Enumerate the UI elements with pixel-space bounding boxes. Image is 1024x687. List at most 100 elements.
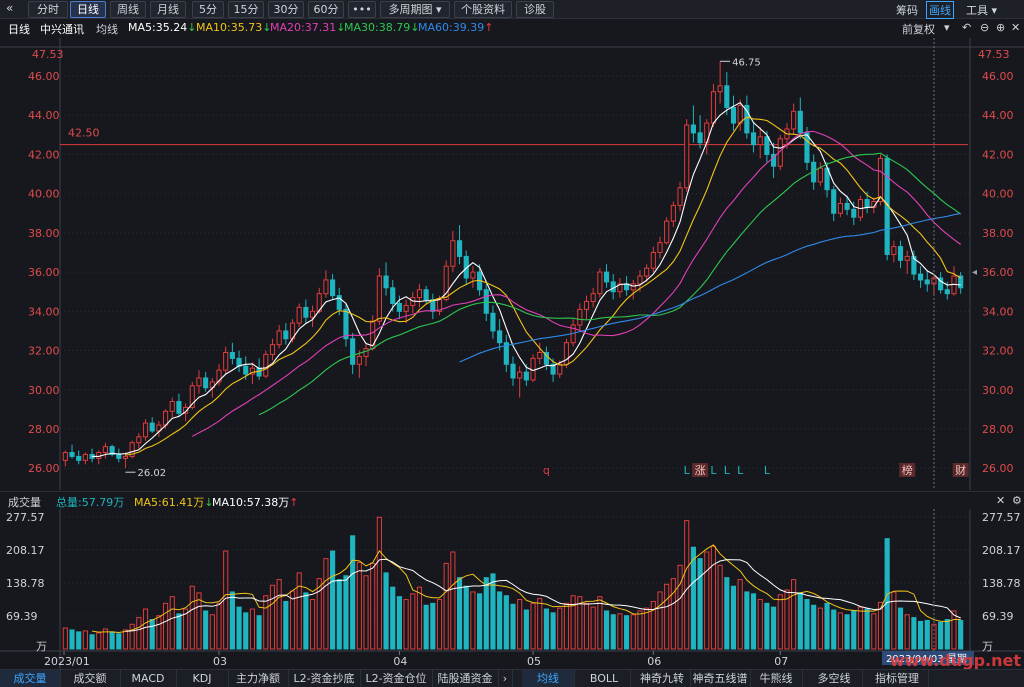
tab-6[interactable]: L2-资金仓位	[360, 670, 433, 687]
zoom-in-icon[interactable]: ⊕	[996, 21, 1005, 34]
price-tick-right: 40.00	[982, 188, 1014, 201]
event-marker[interactable]: L	[764, 464, 771, 477]
event-marker[interactable]: 榜	[902, 463, 913, 477]
period-tab-1[interactable]: 日线	[70, 1, 106, 18]
candle-body	[403, 304, 409, 312]
candle-body	[370, 320, 376, 350]
indicator-tab-1[interactable]: BOLL	[578, 670, 631, 687]
volume-bar	[256, 615, 262, 650]
tab-3[interactable]: KDJ	[176, 670, 229, 687]
candle-body	[637, 275, 643, 285]
tab-5[interactable]: L2-资金抄底	[288, 670, 361, 687]
zoom-out-icon[interactable]: ⊖	[980, 21, 989, 34]
tab-2[interactable]: MACD	[120, 670, 177, 687]
tab-4[interactable]: 主力净额	[228, 670, 289, 687]
tab-1[interactable]: 成交额	[60, 670, 121, 687]
date-label: 07	[774, 655, 788, 668]
candle-body	[483, 289, 489, 314]
price-chart[interactable]: 47.53 47.53 46.00 46.00 44.00 44.00 42.00 42.00…	[0, 38, 1024, 490]
volume-bar	[917, 620, 924, 650]
close-icon[interactable]: ✕	[996, 494, 1005, 507]
volume-bar	[136, 617, 142, 650]
volume-bar	[944, 619, 950, 650]
event-marker[interactable]: q	[543, 464, 550, 477]
indicator-tab-6[interactable]: 指标管理	[866, 670, 929, 687]
candle-body	[203, 377, 209, 389]
volume-bar	[323, 558, 329, 650]
undo-icon[interactable]: ↶	[962, 21, 971, 34]
ma60-value: MA60:39.39↑	[418, 21, 493, 34]
volume-bar	[122, 629, 129, 650]
indicator-name[interactable]: 均线	[96, 21, 118, 37]
volume-bar	[624, 615, 630, 650]
volume-bar	[497, 591, 503, 650]
candle-body	[837, 202, 843, 214]
period-tab-7[interactable]: 60分	[308, 1, 344, 18]
indicator-tab-4[interactable]: 牛熊线	[750, 670, 803, 687]
candle-body	[697, 132, 703, 144]
candle-body	[650, 251, 656, 269]
volume-bar	[757, 599, 763, 650]
volume-bar	[142, 608, 149, 650]
price-tick-left: 36.00	[28, 266, 60, 279]
volume-bar	[717, 564, 723, 650]
candle-body	[416, 289, 423, 299]
draw-line-button[interactable]: 画线	[926, 1, 954, 19]
tools-dropdown[interactable]: 工具 ▾	[966, 2, 997, 18]
chevron-right-icon[interactable]: ›	[498, 670, 513, 687]
period-tab-6[interactable]: 30分	[268, 1, 304, 18]
candle-body	[169, 401, 175, 412]
volume-bar	[403, 599, 409, 650]
indicator-tab-3[interactable]: 神奇五线谱	[690, 670, 751, 687]
horizontal-line-label: 42.50	[68, 127, 100, 140]
volume-chart[interactable]: 277.57 277.57 208.17 208.17 138.78 138.78 69.3…	[0, 509, 1024, 669]
volume-bar	[550, 612, 556, 650]
ma5-text: MA5:35.24	[128, 21, 188, 34]
volume-bar	[764, 602, 770, 650]
ma-indicator-row: 日线 中兴通讯 均线 MA5:35.24↓ MA10:35.73↓ MA20:3…	[0, 19, 1024, 37]
candle-body	[644, 267, 650, 277]
more-button[interactable]: •••	[348, 1, 376, 18]
volume-bar	[911, 617, 917, 650]
multi-period-dropdown[interactable]: 多周期图 ▾	[380, 1, 450, 18]
candle-body	[917, 273, 924, 281]
price-tick-right: 34.00	[982, 305, 1014, 318]
diagnose-button[interactable]: 诊股	[516, 1, 554, 18]
price-tick-left: 26.00	[28, 462, 60, 475]
indicator-tab-2[interactable]: 神奇九转	[634, 670, 691, 687]
event-marker[interactable]: L	[724, 464, 731, 477]
indicator-tab-5[interactable]: 多空线	[806, 670, 863, 687]
volume-bar	[697, 558, 703, 650]
period-tab-2[interactable]: 周线	[110, 1, 146, 18]
stock-info-button[interactable]: 个股资料	[454, 1, 512, 18]
event-marker[interactable]: 涨	[695, 464, 706, 477]
volume-tick-left: 138.78	[6, 577, 45, 590]
period-tab-3[interactable]: 月线	[150, 1, 186, 18]
date-label: 04	[393, 655, 407, 668]
candle-body	[229, 351, 235, 359]
indicator-tab-0[interactable]: 均线	[522, 670, 575, 687]
event-marker[interactable]: 财	[955, 463, 966, 477]
adjust-mode[interactable]: 前复权	[902, 21, 935, 37]
period-tab-5[interactable]: 15分	[228, 1, 264, 18]
volume-bar	[610, 614, 616, 650]
chips-button[interactable]: 筹码	[896, 2, 918, 18]
tab-0[interactable]: 成交量	[0, 670, 61, 687]
event-marker[interactable]: L	[737, 464, 744, 477]
price-tick-right: 28.00	[982, 423, 1014, 436]
volume-bar	[517, 599, 523, 650]
candle-body	[309, 310, 316, 318]
indicator-tabs: 成交量 成交额 MACD KDJ 主力净额 L2-资金抄底 L2-资金仓位 陆股通资金 › 均线 B…	[0, 669, 1024, 687]
event-marker[interactable]: L	[710, 464, 717, 477]
tab-7[interactable]: 陆股通资金	[432, 670, 499, 687]
dropdown-caret-icon[interactable]: ▾	[944, 21, 950, 34]
period-tab-4[interactable]: 5分	[192, 1, 224, 18]
settings-icon[interactable]: ⚙	[1012, 494, 1022, 507]
event-marker[interactable]: L	[684, 464, 691, 477]
volume-bar	[89, 634, 95, 650]
volume-bar	[710, 545, 717, 650]
period-tab-0[interactable]: 分时	[28, 1, 68, 18]
double-chevron-left-icon[interactable]: «	[6, 1, 13, 15]
close-icon[interactable]: ✕	[1011, 21, 1020, 34]
price-tick-right: 26.00	[982, 462, 1014, 475]
